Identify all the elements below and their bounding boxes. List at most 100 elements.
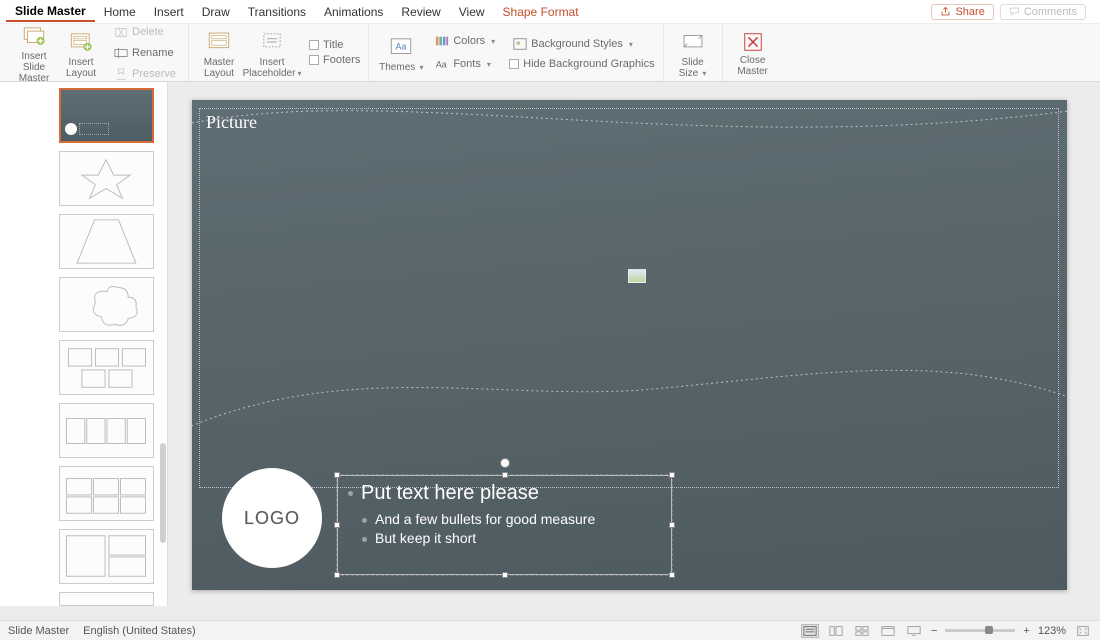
bg-styles-icon — [513, 37, 527, 51]
insert-layout-label: Insert Layout — [66, 57, 96, 79]
tab-insert[interactable]: Insert — [145, 2, 193, 21]
zoom-slider[interactable] — [945, 629, 1015, 632]
zoom-in-button[interactable]: + — [1023, 625, 1029, 637]
insert-placeholder-button[interactable]: Insert Placeholder▾ — [243, 27, 301, 79]
tab-view[interactable]: View — [450, 2, 494, 21]
fonts-icon: Aa — [435, 57, 449, 71]
slide-size-button[interactable]: Slide Size ▾ — [672, 27, 714, 79]
text-bullet: But keep it short — [348, 530, 661, 546]
insert-layout-icon — [68, 29, 94, 55]
tab-home[interactable]: Home — [95, 2, 145, 21]
slide-size-label: Slide Size ▾ — [679, 57, 707, 79]
fit-to-window-button[interactable] — [1074, 624, 1092, 638]
themes-label: Themes ▾ — [379, 62, 423, 73]
colors-icon — [435, 34, 449, 48]
comments-button[interactable]: Comments — [1000, 4, 1086, 20]
resize-handle[interactable] — [502, 572, 508, 578]
background-styles-button[interactable]: Background Styles▾ — [509, 35, 654, 53]
sorter-view-button[interactable] — [853, 624, 871, 638]
reading-view-button[interactable] — [879, 624, 897, 638]
themes-icon: Aa — [388, 34, 414, 60]
text-placeholder[interactable]: Put text here please And a few bullets f… — [337, 475, 672, 575]
slide-canvas[interactable]: Picture LOGO Put text here please And a … — [192, 100, 1067, 590]
hide-bg-checkbox[interactable]: Hide Background Graphics — [509, 58, 654, 70]
text-title: Put text here please — [348, 482, 661, 505]
thumbnail-4[interactable] — [59, 277, 154, 332]
tab-slide-master[interactable]: Slide Master — [6, 1, 95, 22]
insert-slide-master-label: Insert Slide Master — [10, 51, 58, 84]
tab-animations[interactable]: Animations — [315, 2, 392, 21]
svg-text:Aa: Aa — [396, 41, 407, 51]
picture-label: Picture — [200, 109, 1058, 136]
insert-placeholder-label: Insert Placeholder▾ — [243, 57, 302, 79]
workspace: Picture LOGO Put text here please And a … — [0, 82, 1100, 620]
share-label: Share — [955, 6, 984, 18]
rename-icon — [114, 46, 128, 60]
themes-button[interactable]: Aa Themes ▾ — [377, 32, 425, 73]
resize-handle[interactable] — [669, 522, 675, 528]
text-bullet: And a few bullets for good measure — [348, 511, 661, 527]
comments-label: Comments — [1024, 6, 1077, 18]
resize-handle[interactable] — [334, 472, 340, 478]
resize-handle[interactable] — [334, 522, 340, 528]
share-icon — [940, 6, 951, 17]
fonts-button[interactable]: AaFonts▾ — [431, 55, 499, 73]
preserve-icon — [114, 67, 128, 81]
delete-icon — [114, 25, 128, 39]
resize-handle[interactable] — [669, 572, 675, 578]
master-layout-label: Master Layout — [204, 57, 235, 79]
tab-shape-format[interactable]: Shape Format — [494, 2, 588, 21]
resize-handle[interactable] — [502, 472, 508, 478]
thumbnail-3[interactable] — [59, 214, 154, 269]
logo-text: LOGO — [244, 508, 300, 529]
tab-review[interactable]: Review — [392, 2, 449, 21]
close-master-label: Close Master — [737, 55, 768, 77]
insert-slide-master-button[interactable]: Insert Slide Master — [10, 21, 58, 84]
slide-size-icon — [680, 29, 706, 55]
close-master-button[interactable]: Close Master — [731, 29, 775, 77]
svg-text:Aa: Aa — [436, 60, 447, 70]
tab-transitions[interactable]: Transitions — [239, 2, 315, 21]
title-checkbox[interactable]: Title — [309, 39, 360, 51]
master-layout-icon — [206, 29, 232, 55]
insert-layout-button[interactable]: Insert Layout — [60, 27, 102, 79]
close-icon — [742, 31, 764, 53]
picture-icon[interactable] — [628, 269, 646, 283]
thumbnail-8[interactable] — [59, 529, 154, 584]
placeholder-icon — [259, 29, 285, 55]
ribbon-tabs: Slide Master Home Insert Draw Transition… — [0, 0, 1100, 24]
colors-button[interactable]: Colors▾ — [431, 32, 499, 50]
ribbon: Insert Slide Master Insert Layout Delete… — [0, 24, 1100, 82]
status-mode: Slide Master — [8, 625, 69, 637]
footers-checkbox[interactable]: Footers — [309, 54, 360, 66]
thumbnail-scrollbar[interactable] — [160, 443, 166, 543]
logo-placeholder[interactable]: LOGO — [222, 468, 322, 568]
thumbnail-6[interactable] — [59, 403, 154, 458]
rename-button[interactable]: Rename — [110, 44, 180, 62]
tab-draw[interactable]: Draw — [193, 2, 239, 21]
thumbnail-5[interactable] — [59, 340, 154, 395]
slideshow-button[interactable] — [905, 624, 923, 638]
notes-view-button[interactable] — [801, 624, 819, 638]
resize-handle[interactable] — [334, 572, 340, 578]
slide-editor[interactable]: Picture LOGO Put text here please And a … — [168, 82, 1100, 620]
resize-handle[interactable] — [669, 472, 675, 478]
picture-placeholder[interactable]: Picture — [199, 108, 1059, 488]
delete-button[interactable]: Delete — [110, 23, 180, 41]
master-layout-button[interactable]: Master Layout — [197, 27, 241, 79]
slide-master-icon — [21, 23, 47, 49]
preserve-button[interactable]: Preserve — [110, 65, 180, 83]
zoom-level[interactable]: 123% — [1038, 625, 1066, 637]
thumbnail-2[interactable] — [59, 151, 154, 206]
thumbnail-pane[interactable] — [0, 82, 168, 606]
thumbnail-7[interactable] — [59, 466, 154, 521]
rotation-handle[interactable] — [500, 458, 510, 468]
status-language[interactable]: English (United States) — [83, 625, 196, 637]
thumbnail-1[interactable] — [59, 88, 154, 143]
status-bar: Slide Master English (United States) − +… — [0, 620, 1100, 640]
zoom-out-button[interactable]: − — [931, 625, 937, 637]
thumbnail-9[interactable] — [59, 592, 154, 606]
comment-icon — [1009, 6, 1020, 17]
share-button[interactable]: Share — [931, 4, 993, 20]
normal-view-button[interactable] — [827, 624, 845, 638]
